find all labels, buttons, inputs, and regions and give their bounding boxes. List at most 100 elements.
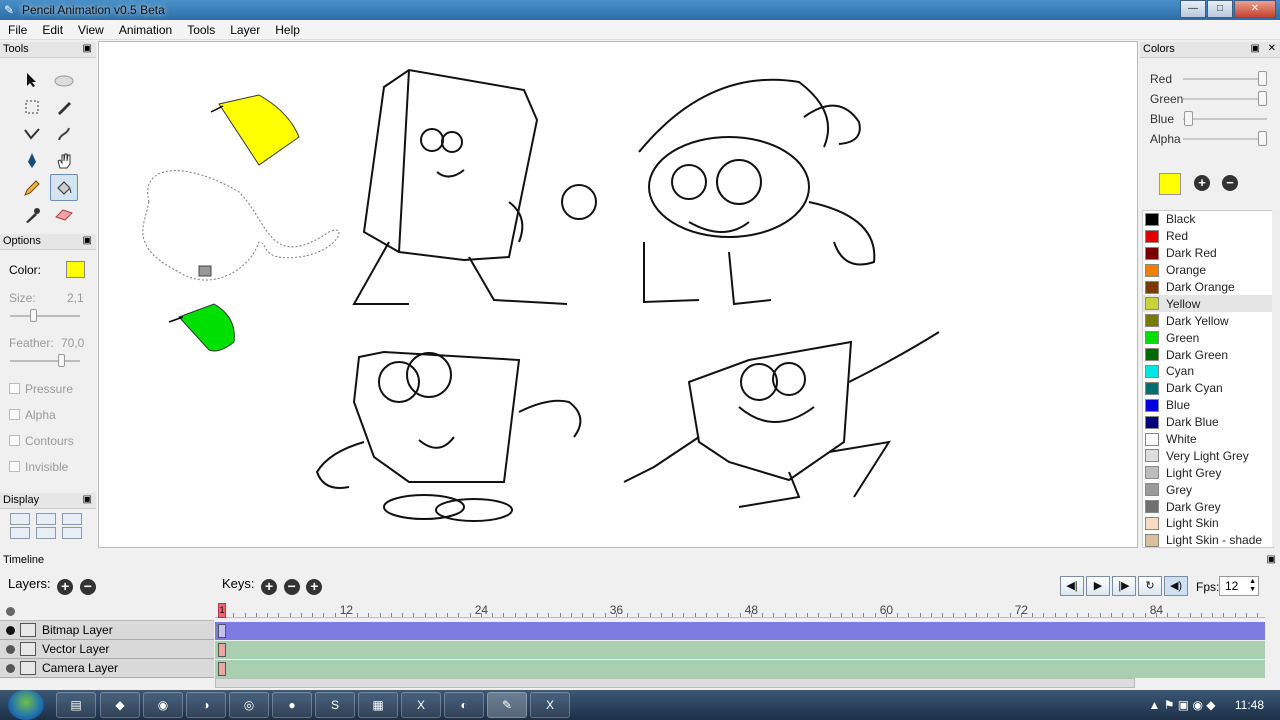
clear-tool-icon[interactable] xyxy=(50,66,78,93)
previous-frame-icon[interactable]: ◀| xyxy=(1060,576,1084,596)
add-layer-icon[interactable]: + xyxy=(57,579,74,595)
palette-item[interactable]: Dark Blue xyxy=(1143,414,1273,431)
chrome-icon[interactable]: ◎ xyxy=(229,692,269,718)
drawing-canvas[interactable] xyxy=(98,41,1138,548)
palette-item[interactable]: Blue xyxy=(1143,397,1273,414)
palette-item[interactable]: Orange xyxy=(1143,262,1273,279)
start-button[interactable] xyxy=(8,690,44,720)
frame-ruler[interactable]: 12 24 36 48 60 72 84 xyxy=(215,602,1265,618)
pencil-tool-icon[interactable] xyxy=(18,174,46,201)
polyline-tool-icon[interactable] xyxy=(18,120,46,147)
explorer-icon[interactable]: ▤ xyxy=(56,692,96,718)
layer-track[interactable] xyxy=(215,641,1265,659)
color-palette-list[interactable]: Black Red Dark Red Orange Dark Orange Yellow D… xyxy=(1142,210,1274,548)
layer-track[interactable] xyxy=(215,622,1265,640)
pressure-checkbox[interactable]: Pressure xyxy=(9,382,73,396)
spin-arrows-icon[interactable]: ▲ ▼ xyxy=(1249,578,1256,594)
outlines-icon[interactable] xyxy=(62,513,82,525)
layer-row[interactable]: Camera Layer xyxy=(0,659,214,678)
select-tool-icon[interactable] xyxy=(18,66,46,93)
keyframe[interactable] xyxy=(218,643,226,657)
menu-file[interactable]: File xyxy=(0,20,34,39)
sound-icon[interactable]: ◀) xyxy=(1164,576,1188,596)
current-color-swatch[interactable] xyxy=(1159,173,1181,195)
remove-color-icon[interactable]: − xyxy=(1222,175,1238,191)
firefox-icon[interactable]: ● xyxy=(272,692,312,718)
playhead[interactable]: 1 xyxy=(218,603,226,618)
palette-item[interactable]: Dark Yellow xyxy=(1143,312,1273,329)
palette-scrollbar[interactable] xyxy=(1272,210,1280,546)
menu-view[interactable]: View xyxy=(70,20,111,39)
remove-key-icon[interactable]: − xyxy=(283,579,300,595)
float-icon[interactable]: ▣ xyxy=(83,494,92,505)
menu-help[interactable]: Help xyxy=(267,20,307,39)
layer-visibility-icon[interactable] xyxy=(6,644,15,654)
bucket-tool-icon[interactable] xyxy=(50,174,78,201)
contours-checkbox[interactable]: Contours xyxy=(9,434,74,448)
timeline-scrollbar[interactable] xyxy=(215,678,1135,688)
thin-lines-icon[interactable] xyxy=(36,513,56,525)
excel-icon[interactable]: X xyxy=(401,692,441,718)
play-icon[interactable]: ▶ xyxy=(1086,576,1110,596)
onion-next-icon[interactable] xyxy=(62,527,82,539)
blue-slider[interactable] xyxy=(1183,111,1267,126)
invisible-checkbox[interactable]: Invisible xyxy=(9,460,68,474)
loop-icon[interactable]: ↻ xyxy=(1138,576,1162,596)
vertical-flip-icon[interactable] xyxy=(10,527,30,539)
menu-layer[interactable]: Layer xyxy=(222,20,267,39)
smudge-tool-icon[interactable] xyxy=(50,120,78,147)
palette-item[interactable]: Black xyxy=(1143,211,1273,228)
palette-item[interactable]: Red xyxy=(1143,228,1273,245)
add-key-icon[interactable]: + xyxy=(261,579,278,595)
hand-tool-icon[interactable] xyxy=(50,147,78,174)
float-icon[interactable]: ▣ xyxy=(1267,554,1276,565)
marquee-tool-icon[interactable] xyxy=(18,93,46,120)
layer-row[interactable]: Vector Layer xyxy=(0,640,214,659)
palette-item[interactable]: Dark Red xyxy=(1143,245,1273,262)
float-icon[interactable]: ▣ xyxy=(1251,43,1260,54)
next-frame-icon[interactable]: |▶ xyxy=(1112,576,1136,596)
layer-track[interactable] xyxy=(215,660,1265,678)
palette-item[interactable]: Grey xyxy=(1143,481,1273,498)
eyedropper-tool-icon[interactable] xyxy=(18,201,46,228)
app-icon[interactable]: ◑ xyxy=(186,692,226,718)
duplicate-key-icon[interactable]: + xyxy=(306,579,323,595)
palette-item[interactable]: Dark Orange xyxy=(1143,279,1273,296)
keyframe[interactable] xyxy=(218,624,226,638)
keyframe[interactable] xyxy=(218,662,226,676)
horizontal-flip-icon[interactable] xyxy=(10,513,30,525)
float-icon[interactable]: ▣ xyxy=(83,43,92,54)
size-slider[interactable] xyxy=(10,309,80,322)
app-icon[interactable]: ◐ xyxy=(444,692,484,718)
green-slider[interactable] xyxy=(1183,91,1267,106)
pencil-taskbar-icon[interactable]: ✎ xyxy=(487,692,527,718)
palette-item[interactable]: Cyan xyxy=(1143,363,1273,380)
layer-row[interactable]: Bitmap Layer xyxy=(0,621,214,640)
close-panel-icon[interactable]: ✕ xyxy=(1268,43,1276,54)
layer-visibility-icon[interactable] xyxy=(6,625,15,635)
red-slider[interactable] xyxy=(1183,71,1267,86)
palette-item[interactable]: Light Grey xyxy=(1143,464,1273,481)
color-swatch[interactable] xyxy=(66,261,85,278)
add-color-icon[interactable]: + xyxy=(1194,175,1210,191)
fps-spinbox[interactable]: 12 ▲ ▼ xyxy=(1219,576,1259,596)
maximize-button[interactable]: □ xyxy=(1207,0,1233,18)
menu-tools[interactable]: Tools xyxy=(179,20,222,39)
palette-item[interactable]: Very Light Grey xyxy=(1143,447,1273,464)
alpha-checkbox[interactable]: Alpha xyxy=(9,408,56,422)
remove-layer-icon[interactable]: − xyxy=(79,579,96,595)
app-icon[interactable]: ◆ xyxy=(100,692,140,718)
palette-item[interactable]: Dark Cyan xyxy=(1143,380,1273,397)
palette-item[interactable]: Yellow xyxy=(1143,295,1273,313)
menu-edit[interactable]: Edit xyxy=(34,20,70,39)
palette-item[interactable]: White xyxy=(1143,431,1273,448)
feather-slider[interactable] xyxy=(10,354,80,367)
excel-icon[interactable]: X xyxy=(530,692,570,718)
blender-icon[interactable]: ◉ xyxy=(143,692,183,718)
app-icon[interactable]: ▦ xyxy=(358,692,398,718)
onion-prev-icon[interactable] xyxy=(36,527,56,539)
pen-tool-icon[interactable] xyxy=(50,93,78,120)
skype-icon[interactable]: S xyxy=(315,692,355,718)
tray-icons[interactable]: ▲ ⚑ ▣ ◉ ◆ xyxy=(1149,698,1216,712)
palette-item[interactable]: Green xyxy=(1143,329,1273,346)
